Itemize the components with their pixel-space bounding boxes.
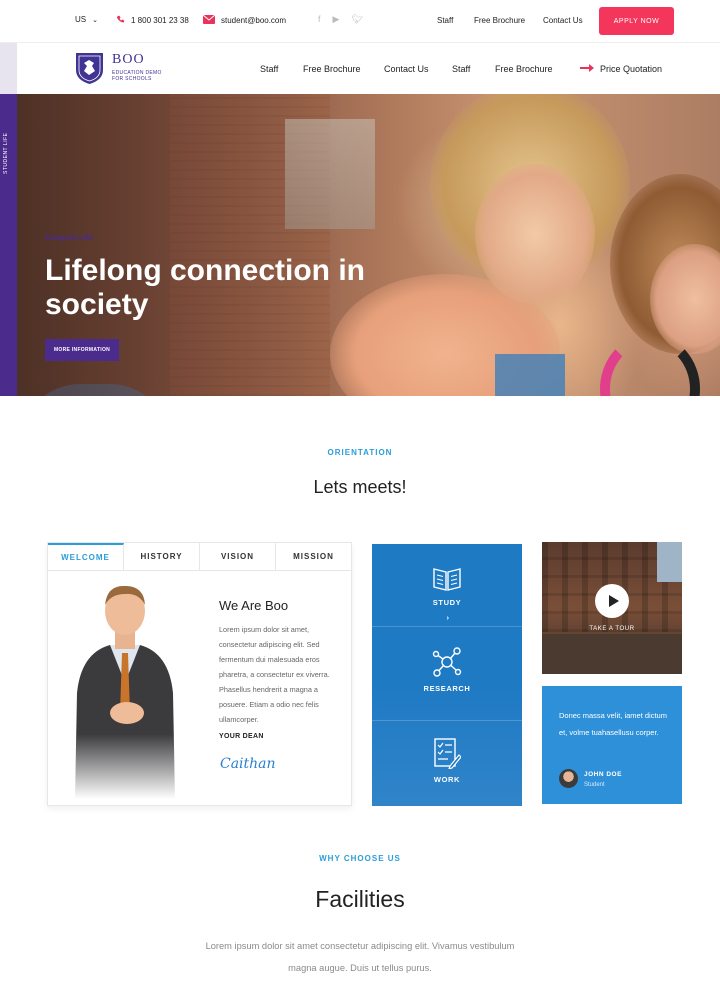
orientation-title: Lets meets!: [313, 477, 407, 497]
program-work-label: WORK: [433, 775, 461, 784]
more-information-button[interactable]: MORE INFORMATION: [45, 339, 119, 361]
tab-mission[interactable]: MISSION: [276, 543, 351, 570]
hero-kicker: Campus Life: [45, 233, 94, 242]
tab-vision[interactable]: VISION: [200, 543, 276, 570]
tab-welcome[interactable]: WELCOME: [48, 543, 124, 570]
play-icon: [608, 595, 619, 607]
testimonial-text: Donec massa velit, iamet dictum et, volm…: [559, 711, 667, 737]
shield-logo-icon[interactable]: [75, 52, 104, 85]
student-life-label: STUDENT LIFE: [3, 132, 9, 174]
testimonial-name: JOHN DOE: [584, 771, 622, 778]
facebook-icon[interactable]: f: [318, 14, 321, 25]
dean-photo: [65, 583, 185, 799]
email-contact[interactable]: student@boo.com: [202, 14, 287, 26]
top-link-staff[interactable]: Staff: [437, 16, 453, 25]
divider: [372, 626, 522, 627]
why-choose-us-kicker: WHY CHOOSE US: [319, 854, 401, 863]
nav-link-brochure[interactable]: Free Brochure: [303, 64, 361, 74]
program-study[interactable]: STUDY ›: [372, 564, 522, 625]
social-links: f ▶ 🐦︎: [318, 14, 363, 25]
about-tabs-card: WELCOME HISTORY VISION MISSION We Are Bo…: [47, 542, 352, 806]
program-research-label: RESEARCH: [423, 684, 471, 693]
facilities-title: Facilities: [315, 886, 405, 912]
dean-signature: Caithan: [220, 756, 276, 772]
arrow-right-icon: [580, 64, 594, 72]
nav-left-strip: [0, 43, 17, 94]
chevron-down-icon: ⌄: [92, 16, 98, 24]
nav-link-brochure-second[interactable]: Free Brochure: [495, 64, 553, 74]
video-thumbnail-sky: [657, 542, 682, 582]
avatar: [559, 769, 578, 788]
card-heading: We Are Boo: [219, 598, 289, 613]
twitter-icon[interactable]: 🐦︎: [351, 14, 362, 25]
nav-link-price-quotation[interactable]: Price Quotation: [600, 64, 662, 74]
take-a-tour-label: TAKE A TOUR: [589, 626, 635, 632]
nav-link-staff[interactable]: Staff: [260, 64, 278, 74]
nav-link-contact[interactable]: Contact Us: [384, 64, 429, 74]
program-study-label: STUDY: [432, 598, 462, 607]
hero-title: Lifelong connection in society: [45, 254, 365, 321]
testimonial-card: Donec massa velit, iamet dictum et, volm…: [542, 686, 682, 804]
facilities-body: Lorem ipsum dolor sit amet consectetur a…: [0, 935, 720, 979]
nav-link-staff-second[interactable]: Staff: [452, 64, 470, 74]
book-icon: [433, 568, 461, 591]
card-body: Lorem ipsum dolor sit amet, consectetur …: [219, 625, 330, 724]
phone-icon: [116, 15, 125, 26]
phone-contact[interactable]: 1 800 301 23 38: [116, 15, 189, 26]
brand-name[interactable]: BOO: [112, 52, 145, 68]
campus-tour-video[interactable]: TAKE A TOUR: [542, 542, 682, 674]
email-address: student@boo.com: [221, 16, 287, 25]
phone-number: 1 800 301 23 38: [131, 16, 189, 25]
play-button[interactable]: [595, 584, 629, 618]
programs-panel: STUDY › RESEARCH WORK: [372, 544, 522, 806]
language-label: US: [75, 15, 87, 24]
program-work[interactable]: WORK: [372, 737, 522, 784]
top-bar: US ⌄ 1 800 301 23 38 student@boo.com f ▶…: [0, 0, 720, 43]
checklist-icon: [434, 738, 461, 769]
video-thumbnail-ground: [542, 634, 682, 674]
facilities-body-text: Lorem ipsum dolor sit amet consectetur a…: [205, 941, 515, 973]
youtube-icon[interactable]: ▶: [333, 14, 340, 25]
divider: [372, 720, 522, 721]
language-selector[interactable]: US ⌄: [75, 15, 98, 24]
main-nav: BOO EDUCATION DEMO FOR SCHOOLS Staff Fre…: [0, 43, 720, 94]
tab-history[interactable]: HISTORY: [124, 543, 200, 570]
top-link-contact[interactable]: Contact Us: [543, 16, 583, 25]
top-link-brochure[interactable]: Free Brochure: [474, 16, 525, 25]
chevron-right-icon: ›: [446, 613, 450, 622]
student-life-tab[interactable]: STUDENT LIFE: [0, 94, 17, 396]
apply-now-button[interactable]: APPLY NOW: [599, 7, 674, 35]
mail-icon: [202, 14, 216, 26]
network-icon: [432, 647, 462, 677]
program-research[interactable]: RESEARCH: [372, 646, 522, 693]
orientation-kicker: ORIENTATION: [327, 448, 393, 457]
brand-tagline: EDUCATION DEMO FOR SCHOOLS: [112, 70, 162, 82]
tab-bar: WELCOME HISTORY VISION MISSION: [48, 543, 351, 571]
signature-label: YOUR DEAN: [219, 733, 264, 740]
testimonial-role: Student: [584, 782, 605, 788]
hero-photo-face: [475, 164, 595, 304]
hero-photo-shirt: [495, 354, 565, 396]
